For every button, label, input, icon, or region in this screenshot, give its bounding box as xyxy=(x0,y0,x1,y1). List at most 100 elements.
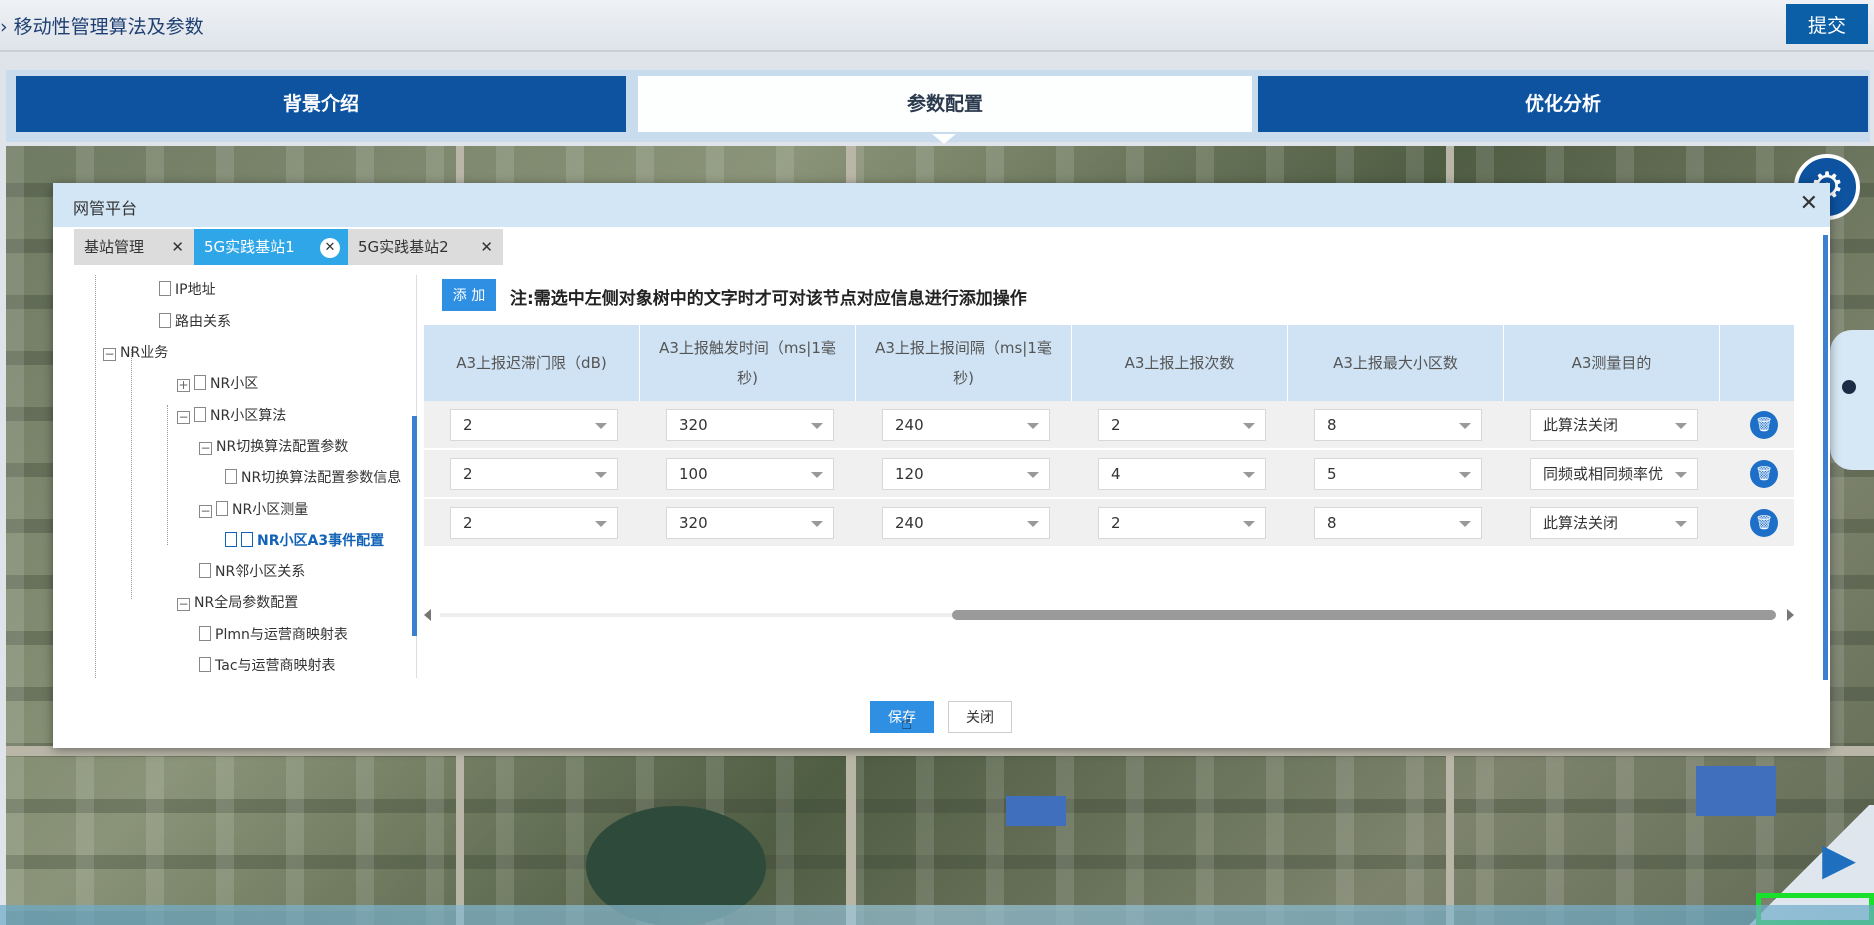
report-count-select[interactable]: 2 xyxy=(1098,507,1266,539)
tab-5g-station-2[interactable]: 5G实践基站2 ✕ xyxy=(348,229,503,265)
document-icon xyxy=(199,626,211,641)
expand-icon[interactable]: + xyxy=(177,379,190,392)
tree-node-tac-mapping[interactable]: Tac与运营商映射表 xyxy=(199,655,336,677)
report-count-select[interactable]: 2 xyxy=(1098,409,1266,441)
chevron-down-icon xyxy=(811,423,823,429)
tree-scrollbar[interactable] xyxy=(412,416,417,636)
tab-params[interactable]: 参数配置 xyxy=(638,76,1252,132)
collapse-icon[interactable]: − xyxy=(177,411,190,424)
scroll-left-icon[interactable] xyxy=(424,609,431,621)
tree-node-nr-service[interactable]: − NR业务 xyxy=(103,342,168,364)
trash-icon[interactable]: 🗑 xyxy=(1750,411,1778,439)
collapse-icon[interactable]: − xyxy=(177,598,190,611)
trash-icon[interactable]: 🗑 xyxy=(1750,509,1778,537)
tree-node-route-relation[interactable]: 路由关系 xyxy=(159,311,231,333)
measurement-purpose-select[interactable]: 此算法关闭 xyxy=(1530,409,1698,441)
table-row: 2 100 120 4 5 同频或相同频率优 🗑 xyxy=(424,450,1794,498)
document-icon xyxy=(199,657,211,672)
tab-close-icon[interactable]: ✕ xyxy=(171,229,184,265)
threshold-select[interactable]: 2 xyxy=(450,507,618,539)
column-header: A3测量目的 xyxy=(1504,325,1720,401)
column-header: A3上报最大小区数 xyxy=(1288,325,1504,401)
bottom-wave-decoration xyxy=(0,905,1874,925)
active-tab-pointer xyxy=(932,134,956,144)
tab-label: 5G实践基站1 xyxy=(204,238,295,256)
report-interval-select[interactable]: 120 xyxy=(882,458,1050,490)
report-interval-select[interactable]: 240 xyxy=(882,409,1050,441)
document-icon xyxy=(159,281,171,296)
report-interval-select[interactable]: 240 xyxy=(882,507,1050,539)
document-icon xyxy=(194,375,206,390)
robot-eye xyxy=(1842,380,1856,394)
a3-config-table: A3上报迟滞门限（dB) A3上报触发时间（ms|1毫秒) A3上报上报间隔（m… xyxy=(424,325,1794,547)
mouse-cursor-icon: ☝ xyxy=(901,713,912,734)
tree-node-nr-global-params[interactable]: − NR全局参数配置 xyxy=(177,592,298,614)
chevron-down-icon xyxy=(1243,521,1255,527)
tree-node-nr-neighbor-relation[interactable]: NR邻小区关系 xyxy=(199,561,305,583)
column-header: A3上报迟滞门限（dB) xyxy=(424,325,640,401)
threshold-select[interactable]: 2 xyxy=(450,458,618,490)
tab-5g-station-1[interactable]: 5G实践基站1 ✕ xyxy=(194,229,348,265)
video-icon[interactable]: ▶ xyxy=(1812,838,1866,882)
table-horizontal-scrollbar[interactable] xyxy=(424,606,1794,624)
collapse-icon[interactable]: − xyxy=(103,348,116,361)
page-title: › 移动性管理算法及参数 xyxy=(0,16,204,38)
tab-close-icon[interactable]: ✕ xyxy=(480,229,493,265)
tree-node-nr-handover-params-info[interactable]: NR切换算法配置参数信息 xyxy=(225,467,401,489)
assistant-robot-icon[interactable] xyxy=(1830,330,1874,470)
chevron-down-icon xyxy=(1675,423,1687,429)
max-cells-select[interactable]: 8 xyxy=(1314,409,1482,441)
collapse-icon[interactable]: − xyxy=(199,505,212,518)
scroll-right-icon[interactable] xyxy=(1787,609,1794,621)
main-tab-bar: 背景介绍 参数配置 优化分析 xyxy=(6,70,1870,142)
tab-analysis[interactable]: 优化分析 xyxy=(1258,76,1868,132)
submit-button[interactable]: 提交 xyxy=(1786,4,1868,44)
max-cells-select[interactable]: 5 xyxy=(1314,458,1482,490)
document-icon xyxy=(216,501,228,516)
network-management-dialog: 网管平台 ✕ 基站管理 ✕ 5G实践基站1 ✕ 5G实践基站2 ✕ IP地址 路… xyxy=(53,183,1830,748)
top-bar: › 移动性管理算法及参数 提交 xyxy=(0,0,1874,52)
chevron-down-icon xyxy=(1243,472,1255,478)
dialog-header: 网管平台 ✕ xyxy=(53,183,1830,227)
table-row: 2 320 240 2 8 此算法关闭 🗑 xyxy=(424,401,1794,449)
tree-node-nr-handover-params[interactable]: − NR切换算法配置参数 xyxy=(199,436,348,458)
tab-label: 基站管理 xyxy=(84,238,145,256)
report-count-select[interactable]: 4 xyxy=(1098,458,1266,490)
trigger-time-select[interactable]: 320 xyxy=(666,409,834,441)
dialog-title: 网管平台 xyxy=(73,199,138,218)
scroll-thumb[interactable] xyxy=(952,610,1776,620)
tree-node-plmn-mapping[interactable]: Plmn与运营商映射表 xyxy=(199,624,348,646)
tree-node-nr-cell-algorithm[interactable]: − NR小区算法 xyxy=(177,405,286,427)
threshold-select[interactable]: 2 xyxy=(450,409,618,441)
chevron-down-icon xyxy=(1027,423,1039,429)
trigger-time-select[interactable]: 100 xyxy=(666,458,834,490)
chevron-down-icon xyxy=(595,521,607,527)
measurement-purpose-select[interactable]: 同频或相同频率优 xyxy=(1530,458,1698,490)
close-button[interactable]: 关闭 xyxy=(948,701,1012,733)
dialog-vertical-scrollbar[interactable] xyxy=(1823,235,1828,680)
tree-node-ip-address[interactable]: IP地址 xyxy=(159,279,216,301)
chevron-down-icon xyxy=(1675,472,1687,478)
tree-node-nr-a3-event-config[interactable]: NR小区A3事件配置 xyxy=(225,530,384,552)
tab-background[interactable]: 背景介绍 xyxy=(16,76,626,132)
tree-node-nr-cell[interactable]: + NR小区 xyxy=(177,373,258,395)
add-button[interactable]: 添 加 xyxy=(442,279,496,311)
object-tree: IP地址 路由关系 − NR业务 + NR小区 − NR小区算法 − NR切换算法配置参… xyxy=(87,275,417,678)
tree-node-nr-cell-measurement[interactable]: − NR小区测量 xyxy=(199,499,308,521)
add-hint-note: 注:需选中左侧对象树中的文字时才可对该节点对应信息进行添加操作 xyxy=(510,289,1027,309)
column-header: A3上报触发时间（ms|1毫秒) xyxy=(640,325,856,401)
table-row: 2 320 240 2 8 此算法关闭 🗑 xyxy=(424,499,1794,547)
tab-close-icon[interactable]: ✕ xyxy=(320,238,340,258)
close-icon[interactable]: ✕ xyxy=(1800,191,1818,216)
document-icon xyxy=(241,532,253,547)
chevron-down-icon xyxy=(1243,423,1255,429)
chevron-down-icon xyxy=(1675,521,1687,527)
max-cells-select[interactable]: 8 xyxy=(1314,507,1482,539)
trigger-time-select[interactable]: 320 xyxy=(666,507,834,539)
trash-icon[interactable]: 🗑 xyxy=(1750,460,1778,488)
column-header: A3上报上报间隔（ms|1毫秒) xyxy=(856,325,1072,401)
measurement-purpose-select[interactable]: 此算法关闭 xyxy=(1530,507,1698,539)
collapse-icon[interactable]: − xyxy=(199,442,212,455)
table-header: A3上报迟滞门限（dB) A3上报触发时间（ms|1毫秒) A3上报上报间隔（m… xyxy=(424,325,1794,401)
tab-station-management[interactable]: 基站管理 ✕ xyxy=(74,229,194,265)
